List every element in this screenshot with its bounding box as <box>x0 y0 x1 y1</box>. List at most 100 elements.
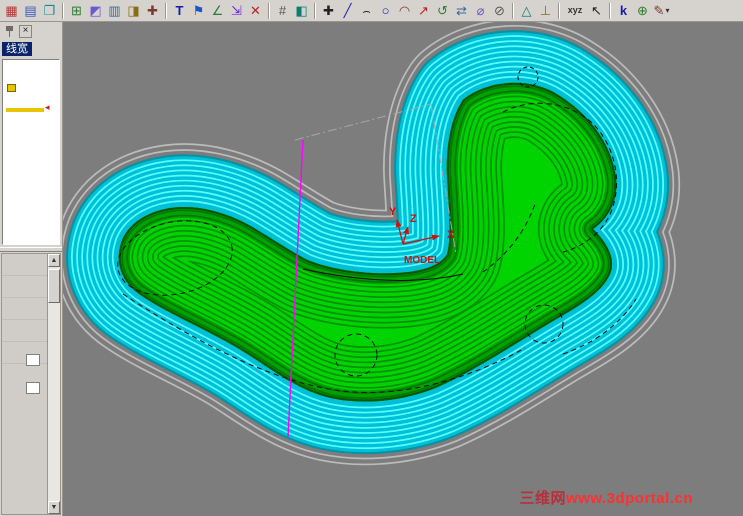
angle-measure-icon: ∠ <box>211 3 224 18</box>
trim-tool-icon: ⊘ <box>494 3 505 18</box>
axis-label-z: Z <box>410 213 417 225</box>
model-canvas[interactable]: Y Z X MODEL <box>63 22 743 516</box>
scrollbar-thumb[interactable] <box>48 269 60 303</box>
toolbar-separator <box>62 2 64 19</box>
watermark-url: www.3dportal.cn <box>566 490 693 507</box>
xyz-readout-icon: xyz <box>567 5 583 15</box>
cad-application-window: ▦ ▤ ❐ ⊞ ◩ ▥ ◨ ✚ T ⚑ ∠ ⇲ ✕ # ◧ ✚ ╱ ⌢ ○ ◠ ↗ ↺ ⇄ ⌀ ⊘ △ ⊥ xyz ↖ k ⊕ ✎ ▾ × 线宽… <box>0 0 743 516</box>
perpendicular-icon: ⊥ <box>539 3 552 18</box>
text-tool-icon: T <box>175 3 184 18</box>
fit-extents-icon: ⇲ <box>231 3 242 18</box>
flag-icon: ⚑ <box>192 3 205 18</box>
close-panel-button[interactable]: × <box>19 24 32 38</box>
axis-label-model: MODEL <box>404 255 440 266</box>
watermark: 三维网www.3dportal.cn <box>520 487 693 508</box>
mirror-tool-icon: ⇄ <box>456 3 467 18</box>
diameter-tool-icon: ⌀ <box>476 3 485 18</box>
half-shade-icon[interactable]: ◨ <box>124 1 143 20</box>
grid-snap-icon[interactable]: # <box>273 1 292 20</box>
pan-icon[interactable]: ✚ <box>143 1 162 20</box>
sidebar-item-linewidth[interactable]: 线宽 <box>2 42 32 56</box>
circle-tool-icon[interactable]: ○ <box>376 1 395 20</box>
k-style-icon: k <box>619 3 628 18</box>
circle-tool-icon: ○ <box>381 3 390 18</box>
linewidth-preview-list[interactable]: ◂ <box>2 59 60 245</box>
pushpin-icon[interactable] <box>4 25 15 38</box>
section-view-icon: ◧ <box>295 3 308 18</box>
rotate-tool-icon: ↺ <box>437 3 448 18</box>
select-arrow-icon: ↖ <box>591 3 602 18</box>
toolbar-separator <box>558 2 560 19</box>
angle-measure-icon[interactable]: ∠ <box>208 1 227 20</box>
sheet-grid-icon: ▦ <box>5 3 18 18</box>
axis-label-x: X <box>447 229 455 241</box>
watermark-site: 三维网 <box>519 490 567 507</box>
main-toolbar: ▦ ▤ ❐ ⊞ ◩ ▥ ◨ ✚ T ⚑ ∠ ⇲ ✕ # ◧ ✚ ╱ ⌢ ○ ◠ ↗ ↺ ⇄ ⌀ ⊘ △ ⊥ xyz ↖ k ⊕ ✎ ▾ <box>0 0 743 22</box>
delete-icon[interactable]: ✕ <box>246 1 265 20</box>
scroll-up-button[interactable]: ▲ <box>48 254 60 267</box>
delete-icon: ✕ <box>250 3 261 18</box>
rotate-tool-icon[interactable]: ↺ <box>433 1 452 20</box>
grid-snap-icon: # <box>278 3 287 18</box>
perpendicular-icon[interactable]: ⊥ <box>536 1 555 20</box>
toolbar-separator <box>512 2 514 19</box>
half-shade-icon: ◨ <box>127 3 140 18</box>
section-view-icon[interactable]: ◧ <box>292 1 311 20</box>
value-cell[interactable] <box>26 354 40 366</box>
xyz-readout-icon[interactable]: xyz <box>563 1 587 20</box>
line-tool-icon[interactable]: ╱ <box>338 1 357 20</box>
triangle-snap-icon: △ <box>521 3 532 18</box>
text-tool-icon[interactable]: T <box>170 1 189 20</box>
toolbar-separator <box>268 2 270 19</box>
cascade-windows-icon[interactable]: ❐ <box>40 1 59 20</box>
panel-splitter[interactable] <box>0 247 62 252</box>
pen-flyout-icon: ✎ <box>653 3 665 18</box>
vector-tool-icon[interactable]: ↗ <box>414 1 433 20</box>
sheet-grid-icon[interactable]: ▦ <box>2 1 21 20</box>
graphics-viewport[interactable]: Y Z X MODEL 三维网www.3dportal.cn <box>63 22 743 516</box>
half-arc-tool-icon[interactable]: ◠ <box>395 1 414 20</box>
trim-tool-icon[interactable]: ⊘ <box>490 1 509 20</box>
wireframe-view-icon: ▥ <box>108 3 121 18</box>
pen-flyout-icon[interactable]: ✎ ▾ <box>652 1 671 20</box>
triangle-snap-icon[interactable]: △ <box>517 1 536 20</box>
k-style-icon[interactable]: k <box>614 1 633 20</box>
arc-tool-icon: ⌢ <box>362 3 371 18</box>
zoom-in-icon: ⊕ <box>637 3 648 18</box>
vector-tool-icon: ↗ <box>418 3 429 18</box>
shaded-view-icon[interactable]: ◩ <box>86 1 105 20</box>
fit-extents-icon[interactable]: ⇲ <box>227 1 246 20</box>
main-area: × 线宽 ◂ ▲ ▼ Y Z X MODEL 三维网www.3dportal.c… <box>0 22 743 516</box>
value-cell[interactable] <box>26 382 40 394</box>
workbook-icon: ▤ <box>24 3 37 18</box>
sidebar-scrollbar[interactable]: ▲ ▼ <box>47 254 60 514</box>
panel-header: × <box>0 22 62 40</box>
line-end-marker-icon: ◂ <box>45 102 50 112</box>
select-arrow-icon[interactable]: ↖ <box>587 1 606 20</box>
flag-icon[interactable]: ⚑ <box>189 1 208 20</box>
toolbar-separator <box>165 2 167 19</box>
axis-label-y: Y <box>389 206 397 218</box>
diameter-tool-icon[interactable]: ⌀ <box>471 1 490 20</box>
grid-view-icon: ⊞ <box>71 3 82 18</box>
mirror-tool-icon[interactable]: ⇄ <box>452 1 471 20</box>
flyout-arrow-icon[interactable]: ▾ <box>665 6 669 15</box>
toolbar-separator <box>314 2 316 19</box>
toolbar-separator <box>609 2 611 19</box>
line-tool-icon: ╱ <box>343 3 352 18</box>
properties-panel: ▲ ▼ <box>1 253 61 515</box>
cascade-windows-icon: ❐ <box>43 3 56 18</box>
scroll-down-button[interactable]: ▼ <box>48 501 60 514</box>
scrollbar-track[interactable] <box>48 267 60 501</box>
toolpath-model[interactable] <box>63 22 681 466</box>
wireframe-view-icon[interactable]: ▥ <box>105 1 124 20</box>
point-tool-icon[interactable]: ✚ <box>319 1 338 20</box>
arc-tool-icon[interactable]: ⌢ <box>357 1 376 20</box>
grid-view-icon[interactable]: ⊞ <box>67 1 86 20</box>
zoom-in-icon[interactable]: ⊕ <box>633 1 652 20</box>
shaded-view-icon: ◩ <box>89 3 102 18</box>
left-panel: × 线宽 ◂ ▲ ▼ <box>0 22 63 516</box>
linewidth-sample[interactable] <box>6 108 44 112</box>
yellow-swatch-icon[interactable] <box>7 84 16 92</box>
workbook-icon[interactable]: ▤ <box>21 1 40 20</box>
